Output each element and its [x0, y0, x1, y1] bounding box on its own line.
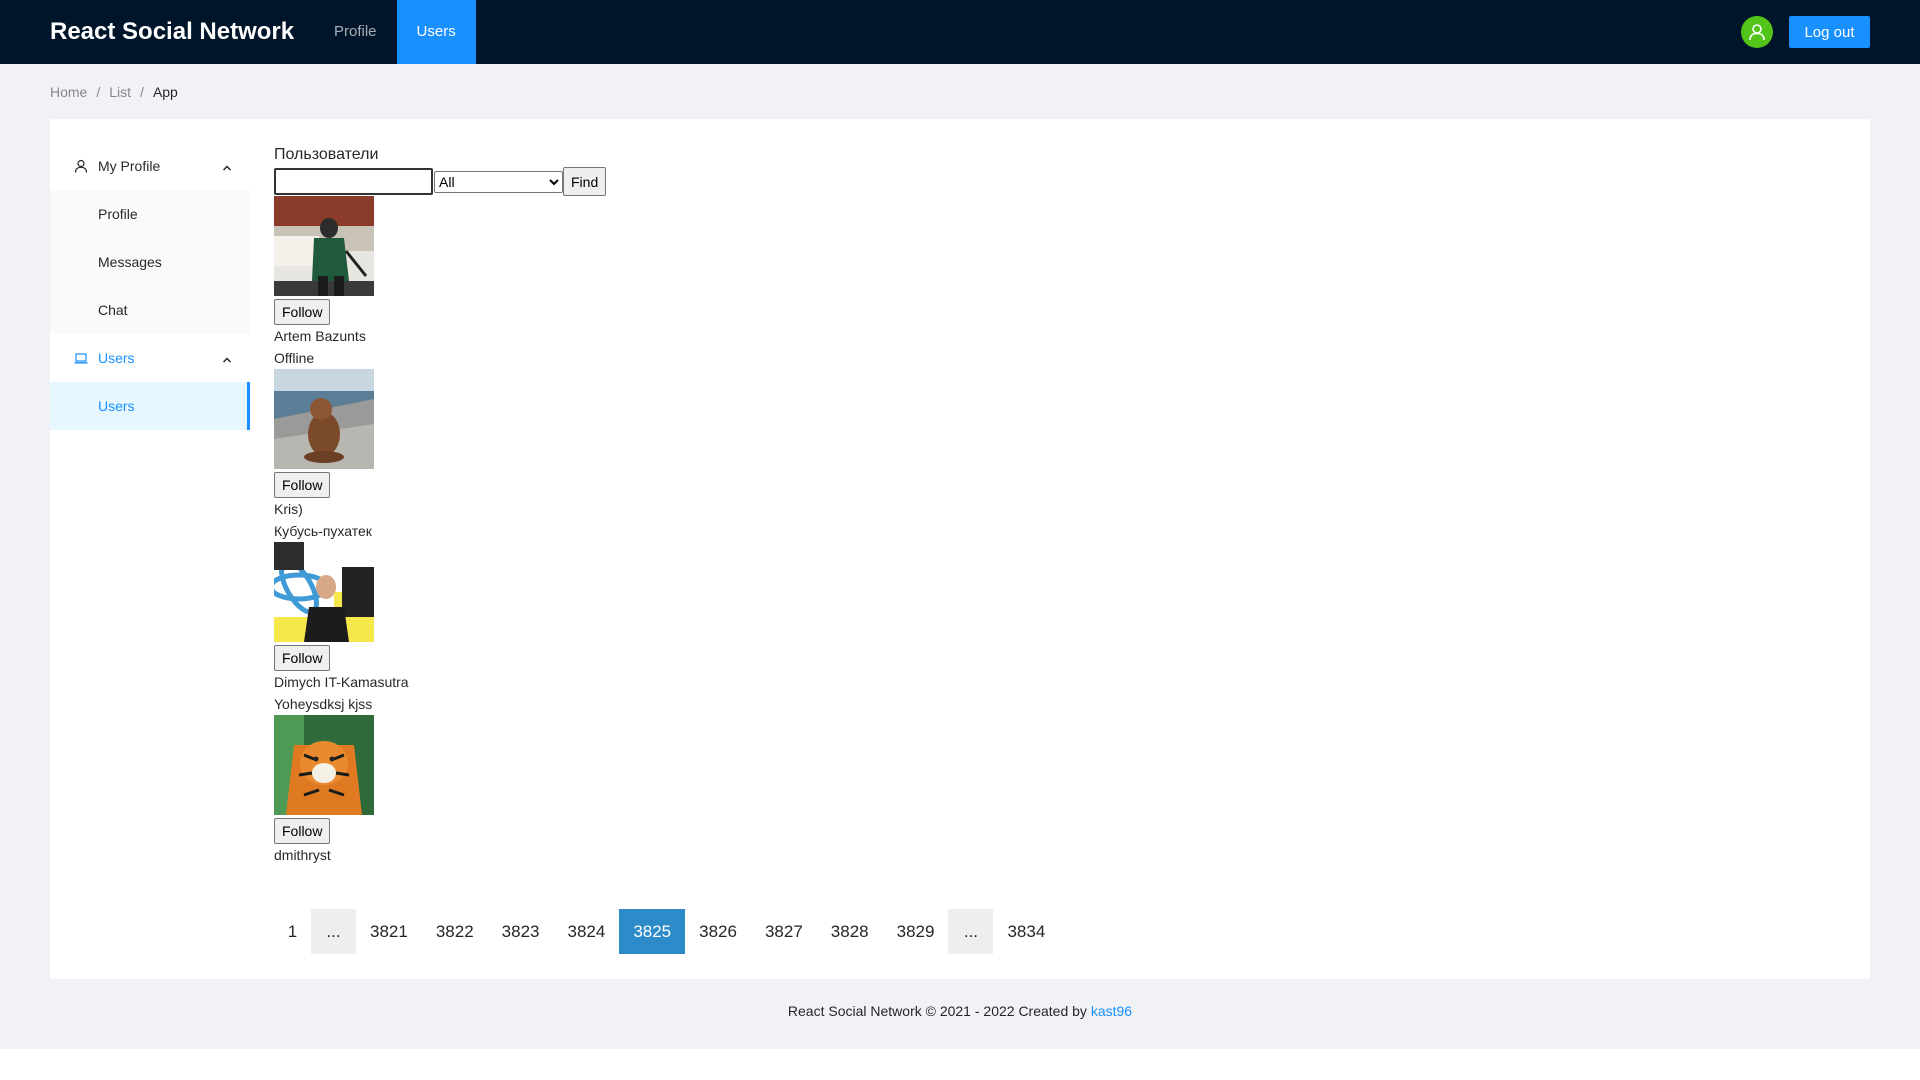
- sidebar-menu: My Profile Profile Messages Chat Users U: [50, 142, 250, 430]
- friend-filter-select[interactable]: All: [434, 170, 563, 193]
- laptop-icon: [74, 351, 88, 365]
- pagination: 1 ... 3821 3822 3823 3824 3825 3826 3827…: [274, 909, 1834, 954]
- page-link[interactable]: 3826: [685, 909, 751, 954]
- chevron-up-icon: [222, 352, 232, 368]
- submenu-users[interactable]: Users: [50, 334, 250, 382]
- user-item: Follow dmithryst: [274, 715, 574, 888]
- user-item: Follow Artem Bazunts Offline: [274, 196, 574, 369]
- sidebar-item-users[interactable]: Users: [50, 382, 250, 430]
- page-title: Пользователи: [274, 146, 379, 163]
- page-ellipsis[interactable]: ...: [311, 909, 356, 954]
- submenu-title-label: Users: [98, 350, 135, 366]
- submenu-my-profile[interactable]: My Profile: [50, 142, 250, 190]
- submenu-title-label: My Profile: [98, 158, 161, 174]
- page-link[interactable]: 3829: [883, 909, 949, 954]
- user-status: Offline: [274, 350, 315, 366]
- users-filter-form: All Find: [274, 167, 1834, 196]
- find-button[interactable]: Find: [563, 167, 607, 196]
- topnav-users[interactable]: Users: [396, 0, 476, 64]
- follow-button[interactable]: Follow: [274, 299, 331, 325]
- sidebar-item-messages[interactable]: Messages: [50, 238, 250, 286]
- content-panel: My Profile Profile Messages Chat Users U: [50, 119, 1870, 979]
- user-status: Yoheysdksj kjss: [274, 696, 373, 712]
- user-status: Кубусь-пухатек: [274, 523, 372, 539]
- page-link[interactable]: 3827: [751, 909, 817, 954]
- logout-button[interactable]: Log out: [1789, 16, 1870, 48]
- page-link[interactable]: 3821: [356, 909, 422, 954]
- breadcrumb-separator: /: [140, 84, 144, 100]
- user-name: Artem Bazunts: [274, 328, 366, 344]
- user-icon: [1749, 24, 1765, 41]
- users-main: Пользователи All Find Follow Artem Bazun…: [274, 143, 1834, 954]
- chevron-up-icon: [222, 160, 232, 176]
- page-link[interactable]: 3822: [422, 909, 488, 954]
- page-link-last[interactable]: 3834: [993, 909, 1059, 954]
- app-logo[interactable]: React Social Network: [50, 0, 294, 64]
- breadcrumb-separator: /: [96, 84, 101, 100]
- user-name: Kris): [274, 501, 303, 517]
- page-link-1[interactable]: 1: [274, 909, 311, 954]
- user-item: Follow Dimych IT-Kamasutra Yoheysdksj kj…: [274, 542, 574, 715]
- user-icon: [74, 159, 88, 173]
- sidebar-item-profile[interactable]: Profile: [50, 190, 250, 238]
- search-input[interactable]: [274, 168, 433, 195]
- breadcrumb: Home / List / App: [50, 81, 178, 103]
- page-link-current[interactable]: 3825: [619, 909, 686, 954]
- submenu-users-items: Users: [50, 382, 250, 430]
- avatar[interactable]: [1741, 16, 1773, 48]
- sidebar-item-chat[interactable]: Chat: [50, 286, 250, 334]
- user-name: Dimych IT-Kamasutra: [274, 674, 409, 690]
- user-status: [274, 866, 574, 888]
- follow-button[interactable]: Follow: [274, 472, 331, 498]
- breadcrumb-current: App: [152, 84, 178, 100]
- user-photo[interactable]: [274, 542, 374, 642]
- user-photo[interactable]: [274, 196, 374, 296]
- footer: React Social Network © 2021 - 2022 Creat…: [0, 1003, 1920, 1019]
- follow-button[interactable]: Follow: [274, 818, 331, 844]
- user-photo[interactable]: [274, 369, 374, 469]
- page-link[interactable]: 3823: [488, 909, 554, 954]
- user-item: Follow Kris) Кубусь-пухатек: [274, 369, 574, 542]
- follow-button[interactable]: Follow: [274, 645, 331, 671]
- footer-text: React Social Network © 2021 - 2022 Creat…: [787, 1003, 1091, 1019]
- page-link[interactable]: 3828: [817, 909, 883, 954]
- footer-author-link[interactable]: kast96: [1091, 1003, 1132, 1019]
- topnav-profile[interactable]: Profile: [314, 0, 397, 64]
- page-link[interactable]: 3824: [553, 909, 619, 954]
- top-navigation: Profile Users: [314, 0, 476, 64]
- breadcrumb-list[interactable]: List: [109, 84, 131, 100]
- top-header: React Social Network Profile Users Log o…: [0, 0, 1920, 64]
- user-name: dmithryst: [274, 847, 331, 863]
- submenu-my-profile-items: Profile Messages Chat: [50, 190, 250, 334]
- user-photo[interactable]: [274, 715, 374, 815]
- breadcrumb-home[interactable]: Home: [50, 84, 87, 100]
- page-ellipsis[interactable]: ...: [948, 909, 994, 954]
